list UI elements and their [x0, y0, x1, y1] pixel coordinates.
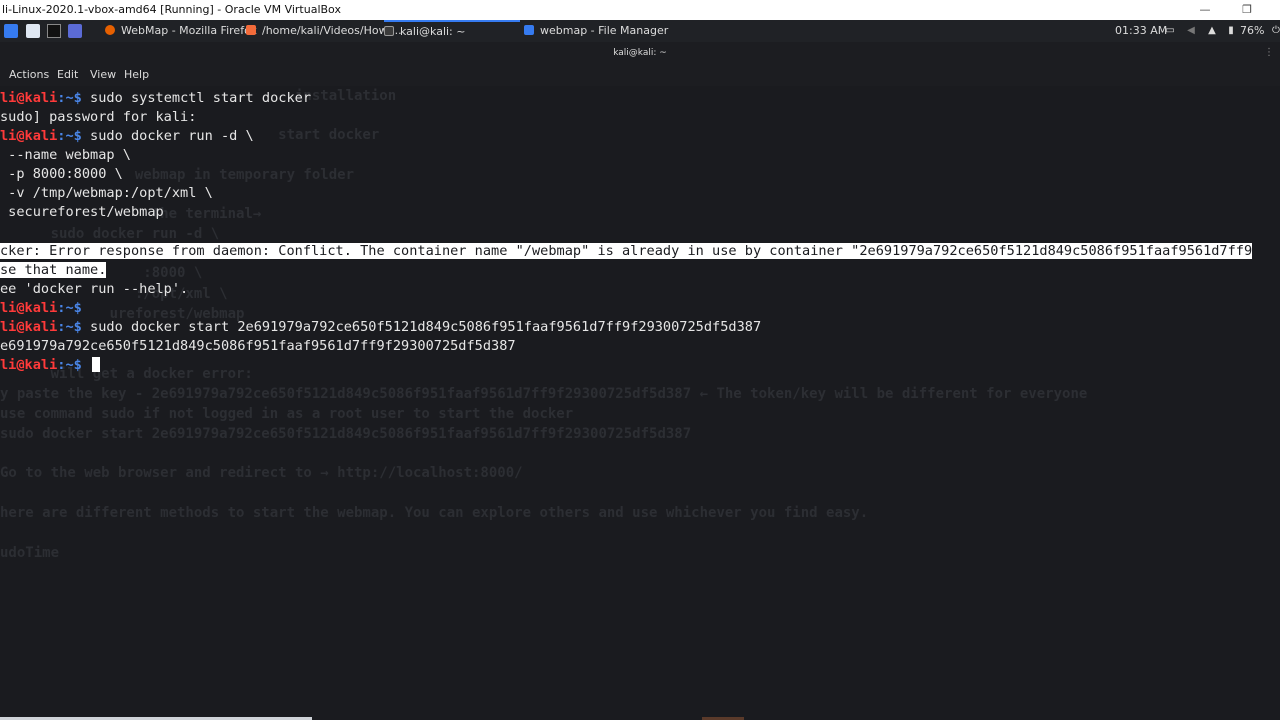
terminal-line: li@kali:~$ [0, 356, 101, 375]
terminal-title: kali@kali: ~ [613, 48, 667, 58]
top-panel: WebMap - Mozilla Firefox /home/kali/Vide… [0, 20, 1280, 42]
window-title: li-Linux-2020.1-vbox-amd64 [Running] - O… [2, 3, 341, 16]
notification-bell-icon[interactable]: ▲ [1206, 25, 1218, 37]
battery-percentage: 76% [1240, 24, 1265, 37]
clock[interactable]: 01:33 AM [1115, 20, 1167, 42]
terminal-line: -v /tmp/webmap:/opt/xml \ [0, 185, 213, 201]
terminal-line-selected: se that name. [0, 262, 107, 278]
terminal-launcher-icon[interactable] [47, 24, 61, 38]
terminal-line: li@kali:~$ [0, 300, 82, 316]
task-terminal[interactable]: kali@kali: ~ [384, 20, 520, 42]
terminal-line: e691979a792ce650f5121d849c5086f951faaf95… [0, 338, 516, 354]
minimize-button[interactable]: — [1190, 0, 1220, 20]
terminal-line-selected: cker: Error response from daemon: Confli… [0, 243, 1253, 259]
firefox-icon [105, 25, 115, 35]
task-firefox[interactable]: WebMap - Mozilla Firefox [105, 20, 257, 42]
document-icon [246, 25, 256, 35]
ghost-overlay-text: installation start docker webmap in temp… [0, 88, 1088, 561]
volume-icon[interactable]: ◀ [1185, 25, 1197, 37]
terminal-area[interactable]: installation start docker webmap in temp… [0, 86, 1280, 716]
kebab-menu-icon[interactable]: ⋮ [1264, 42, 1274, 64]
terminal-icon [384, 26, 394, 36]
menu-actions[interactable]: Actions [9, 64, 49, 84]
terminal-line: li@kali:~$ sudo systemctl start docker [0, 90, 312, 106]
virtualbox-title-bar: li-Linux-2020.1-vbox-amd64 [Running] - O… [0, 0, 1280, 20]
display-icon[interactable]: ▭ [1164, 25, 1176, 37]
folder-icon [524, 25, 534, 35]
menu-view[interactable]: View [90, 64, 116, 84]
terminal-line: --name webmap \ [0, 147, 131, 163]
terminal-title-bar: kali@kali: ~ ⋮ [0, 42, 1280, 64]
terminal-line: secureforest/webmap [0, 204, 164, 220]
task-document[interactable]: /home/kali/Videos/How ... [246, 20, 402, 42]
kali-menu-icon[interactable] [4, 24, 18, 38]
files-icon[interactable] [26, 24, 40, 38]
menu-edit[interactable]: Edit [57, 64, 78, 84]
text-cursor [92, 357, 101, 372]
restore-button[interactable]: ❐ [1232, 0, 1262, 20]
task-file-manager[interactable]: webmap - File Manager [524, 20, 668, 42]
terminal-line: ee 'docker run --help'. [0, 281, 189, 297]
workspace-icon[interactable] [68, 24, 82, 38]
power-icon[interactable]: ⏻ [1270, 25, 1280, 37]
menu-help[interactable]: Help [124, 64, 149, 84]
battery-icon[interactable]: ▮ [1225, 25, 1237, 37]
terminal-line: li@kali:~$ sudo docker start 2e691979a79… [0, 319, 762, 335]
terminal-menu-bar: Actions Edit View Help [0, 64, 1280, 86]
bottom-strip [0, 716, 1280, 720]
terminal-line: li@kali:~$ sudo docker run -d \ [0, 128, 254, 144]
terminal-line: -p 8000:8000 \ [0, 166, 123, 182]
terminal-line: sudo] password for kali: [0, 109, 197, 125]
